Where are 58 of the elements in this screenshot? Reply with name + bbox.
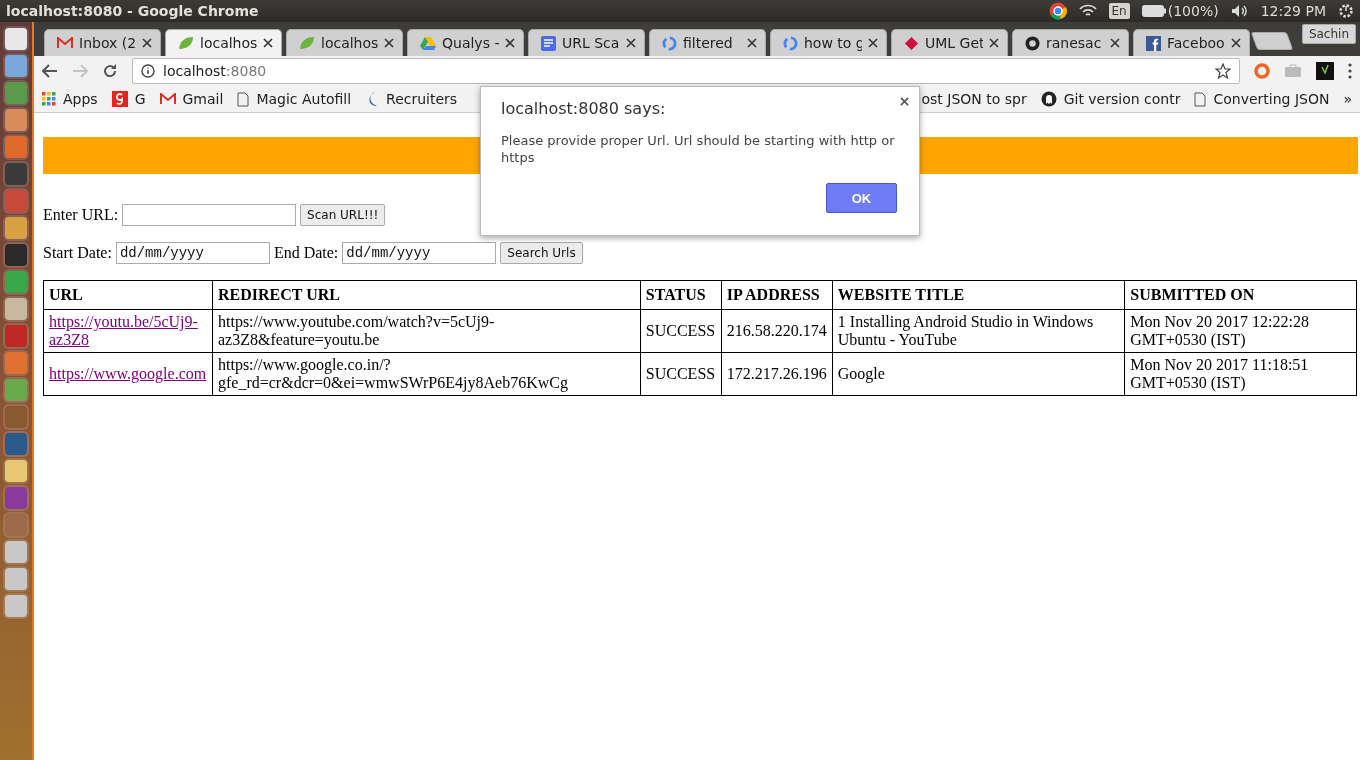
scan-url-button[interactable]: Scan URL!!!	[300, 204, 386, 226]
browser-tab[interactable]: localhos	[165, 29, 282, 56]
url-label: Enter URL:	[43, 206, 119, 224]
table-cell: https://www.youtube.com/watch?v=5cUj9-az3Z8&feature=youtu.be	[212, 309, 641, 353]
table-cell: Google	[832, 352, 1125, 396]
tab-title: Qualys -	[442, 35, 499, 51]
browser-tab[interactable]: URL Sca	[528, 29, 645, 56]
column-header: STATUS	[640, 280, 722, 310]
bookmark[interactable]: Gmail	[159, 91, 224, 107]
bookmark[interactable]: Magic Autofill	[237, 91, 352, 107]
tab-title: filtered	[683, 35, 734, 51]
table-cell: 1 Installing Android Studio in Windows Ubuntu - YouTube	[832, 309, 1125, 353]
clock[interactable]: 12:29 PM	[1260, 3, 1326, 19]
address-bar[interactable]: localhost:8080	[132, 58, 1240, 84]
browser-tab[interactable]: Inbox (2	[44, 29, 161, 56]
browser-tab[interactable]: Qualys -	[407, 29, 524, 56]
keyboard-layout-indicator[interactable]: En	[1108, 3, 1130, 19]
bookmark[interactable]: Converting JSON	[1194, 91, 1330, 107]
column-header: SUBMITTED ON	[1124, 280, 1357, 310]
dialog-message: Please provide proper Url. Url should be starting with http or https	[501, 132, 896, 166]
tab-title: localhos	[200, 35, 257, 51]
table-cell: Mon Nov 20 2017 12:22:28 GMT+0530 (IST)	[1124, 309, 1357, 353]
tab-title: URL Sca	[562, 35, 620, 51]
browser-tab[interactable]: filtered	[649, 29, 766, 56]
bookmark[interactable]: ost JSON to spr	[921, 91, 1027, 107]
end-date-label: End Date:	[273, 244, 339, 262]
profile-button[interactable]: Sachin	[1301, 24, 1356, 44]
column-header: REDIRECT URL	[212, 280, 641, 310]
bookmark[interactable]: Apps	[42, 91, 98, 107]
column-header: URL	[43, 280, 213, 310]
browser-tab[interactable]: ranesac	[1012, 29, 1129, 56]
column-header: IP ADDRESS	[721, 280, 833, 310]
start-date-input[interactable]: dd/mm/yyyy	[115, 242, 270, 264]
table-cell: Mon Nov 20 2017 11:18:51 GMT+0530 (IST)	[1124, 352, 1357, 396]
window-title: localhost:8080 - Google Chrome	[6, 3, 259, 19]
url-text: localhost:8080	[163, 63, 267, 79]
column-header: WEBSITE TITLE	[832, 280, 1125, 310]
tab-title: ranesac	[1046, 35, 1103, 51]
more-bookmarks-button[interactable]: »	[1343, 91, 1352, 107]
table-cell: SUCCESS	[640, 309, 722, 353]
bookmark[interactable]: Git version contr	[1040, 91, 1181, 107]
table-cell: 172.217.26.196	[721, 352, 833, 396]
table-cell: 216.58.220.174	[721, 309, 833, 353]
search-urls-button[interactable]: Search Urls	[500, 242, 583, 264]
tab-title: Inbox (2	[79, 35, 136, 51]
table-cell: https://www.google.co.in/?gfe_rd=cr&dcr=0&ei=wmwSWrP6E4jy8Aeb76KwCg	[212, 352, 641, 396]
table-cell: SUCCESS	[640, 352, 722, 396]
battery-percentage: (100%)	[1167, 3, 1219, 19]
browser-tab[interactable]: Faceboo	[1133, 29, 1250, 56]
bookmark[interactable]: G	[111, 91, 146, 107]
ok-button[interactable]: OK	[826, 183, 897, 213]
dialog-title: localhost:8080 says:	[501, 99, 667, 118]
end-date-input[interactable]: dd/mm/yyyy	[342, 242, 497, 264]
tab-title: localhos	[321, 35, 378, 51]
bookmark[interactable]: Recruiters	[365, 91, 458, 107]
start-date-label: Start Date:	[43, 244, 112, 262]
tab-title: Faceboo	[1167, 35, 1225, 51]
browser-tab[interactable]: localhos	[286, 29, 403, 56]
